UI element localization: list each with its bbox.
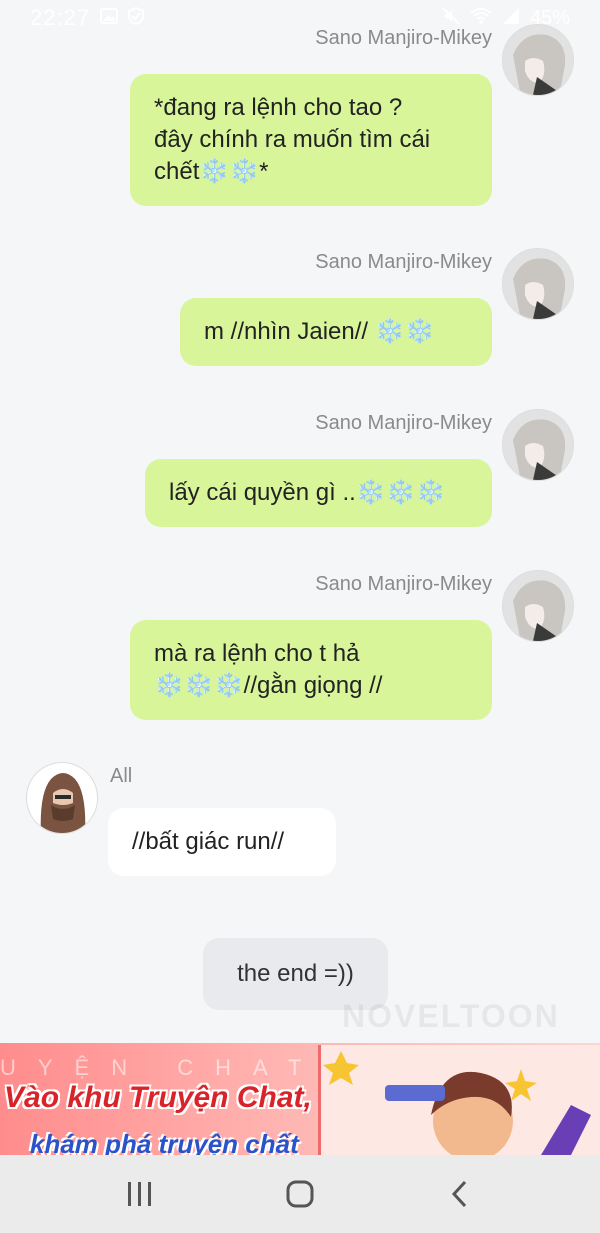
sender-name: Sano Manjiro-Mikey — [315, 573, 492, 595]
sender-name: Sano Manjiro-Mikey — [315, 251, 492, 273]
avatar[interactable] — [502, 24, 574, 96]
home-button[interactable] — [270, 1164, 330, 1224]
back-icon — [451, 1180, 467, 1208]
banner-cta: Vào khu Truyện Chat, — [4, 1081, 312, 1114]
message-line: đây chính ra muốn tìm cái — [154, 126, 431, 153]
recent-apps-icon — [128, 1182, 151, 1206]
message-line: ❄️❄️❄️//gằn giọng // — [154, 672, 383, 699]
message-bubble[interactable]: m //nhìn Jaien// ❄️❄️ — [180, 298, 492, 366]
home-icon — [286, 1180, 314, 1208]
message-line: *đang ra lệnh cho tao ? — [154, 94, 403, 121]
banner-cta-sub: khám phá truyện chất — [30, 1129, 299, 1155]
watermark: NOVELTOON — [342, 998, 560, 1034]
message-line: lấy cái quyền gì ..❄️❄️❄️ — [169, 479, 446, 506]
avatar-image — [503, 249, 573, 319]
message-bubble[interactable]: *đang ra lệnh cho tao ? đây chính ra muố… — [130, 74, 492, 206]
promo-banner[interactable]: UYỆN CHAT . KHÁM PHÁ Vào khu Truyện Chat… — [0, 1043, 600, 1155]
recent-apps-button[interactable] — [110, 1164, 170, 1224]
message-line: chết❄️❄️* — [154, 158, 269, 185]
sender-name: Sano Manjiro-Mikey — [315, 412, 492, 434]
navigation-bar — [0, 1155, 600, 1233]
avatar[interactable] — [26, 762, 98, 834]
banner-illustration — [318, 1045, 600, 1155]
message-bubble[interactable]: mà ra lệnh cho t hả ❄️❄️❄️//gằn giọng // — [130, 620, 492, 720]
back-button[interactable] — [430, 1164, 490, 1224]
message-line: mà ra lệnh cho t hả — [154, 640, 360, 667]
avatar[interactable] — [502, 248, 574, 320]
avatar-image — [503, 410, 573, 480]
message-bubble[interactable]: //bất giác run// — [108, 808, 336, 876]
sender-name: All — [110, 765, 133, 787]
message-line: //bất giác run// — [132, 828, 285, 855]
message-line: m //nhìn Jaien// ❄️❄️ — [204, 318, 435, 345]
end-text: the end =)) — [237, 960, 354, 987]
message-bubble[interactable]: lấy cái quyền gì ..❄️❄️❄️ — [145, 459, 492, 527]
avatar-image — [503, 25, 573, 95]
sender-name: Sano Manjiro-Mikey — [315, 27, 492, 49]
avatar[interactable] — [502, 409, 574, 481]
avatar-image — [27, 763, 97, 833]
avatar[interactable] — [502, 570, 574, 642]
chat-area[interactable]: Sano Manjiro-Mikey *đang ra lệnh cho tao… — [0, 0, 600, 1040]
avatar-image — [503, 571, 573, 641]
